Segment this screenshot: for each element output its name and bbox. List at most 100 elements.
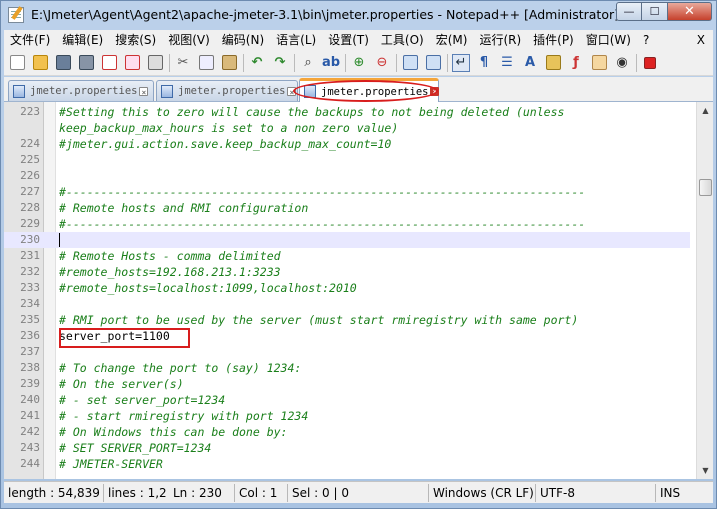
code-line[interactable]: 240 # - set server_port=1234 — [4, 392, 690, 408]
menu-help[interactable]: ? — [637, 30, 655, 50]
close-document-x[interactable]: X — [689, 33, 713, 47]
scrollbar-thumb[interactable] — [699, 179, 712, 196]
zoom-in-icon[interactable]: ⊕ — [350, 54, 368, 72]
code-line[interactable]: 238 # To change the port to (say) 1234: — [4, 360, 690, 376]
annotation-box — [59, 328, 190, 348]
toolbar-separator — [396, 53, 397, 72]
word-wrap-icon[interactable]: ↵ — [452, 53, 470, 72]
code-lines: 223 #Setting this to zero will cause the … — [4, 104, 690, 472]
menu-plugins[interactable]: 插件(P) — [527, 30, 580, 50]
status-eol: Windows (CR LF) — [429, 483, 536, 502]
line-number: 234 — [20, 297, 40, 310]
code-line[interactable]: 243 # SET SERVER_PORT=1234 — [4, 440, 690, 456]
code-line[interactable]: 223 #Setting this to zero will cause the … — [4, 104, 690, 120]
tab-close-icon[interactable]: × — [139, 86, 149, 97]
code-line[interactable]: 234 — [4, 296, 690, 312]
menu-encoding[interactable]: 编码(N) — [216, 30, 270, 50]
line-number: 236 — [20, 329, 40, 342]
code-line[interactable]: 230 — [4, 232, 690, 248]
line-number: 224 — [20, 137, 40, 150]
line-text: #Setting this to zero will cause the bac… — [59, 105, 565, 119]
code-line[interactable]: 228 # Remote hosts and RMI configuration — [4, 200, 690, 216]
toolbar-separator — [636, 53, 637, 72]
line-text: # - start rmiregistry with port 1234 — [59, 409, 309, 423]
code-line[interactable]: 226 — [4, 168, 690, 184]
code-line[interactable]: 233 #remote_hosts=localhost:1099,localhos… — [4, 280, 690, 296]
code-line[interactable]: 227 #------------------------------------… — [4, 184, 690, 200]
replace-icon[interactable]: ab — [322, 54, 340, 72]
sync-horizontal-icon[interactable] — [424, 54, 442, 72]
menu-view[interactable]: 视图(V) — [162, 30, 216, 50]
line-number: 243 — [20, 441, 40, 454]
save-all-icon[interactable] — [77, 54, 95, 72]
code-line[interactable]: 232 #remote_hosts=192.168.213.1:3233 — [4, 264, 690, 280]
maximize-button[interactable]: ☐ — [642, 2, 668, 21]
find-icon[interactable]: ⌕ — [299, 54, 317, 72]
code-line[interactable]: 239 # On the server(s) — [4, 376, 690, 392]
close-all-icon[interactable] — [123, 54, 141, 72]
save-icon[interactable] — [54, 54, 72, 72]
notepadpp-window: E:\Jmeter\Agent\Agent2\apache-jmeter-3.1… — [0, 0, 717, 509]
copy-icon[interactable] — [197, 54, 215, 72]
scroll-up-icon[interactable]: ▲ — [698, 102, 713, 119]
menu-bar: 文件(F) 编辑(E) 搜索(S) 视图(V) 编码(N) 语言(L) 设置(T… — [4, 30, 713, 50]
cut-icon[interactable]: ✂ — [174, 54, 192, 72]
menu-edit[interactable]: 编辑(E) — [56, 30, 109, 50]
monitoring-icon[interactable]: ◉ — [613, 54, 631, 72]
annotation-ellipse — [293, 80, 438, 102]
scroll-down-icon[interactable]: ▼ — [698, 462, 713, 479]
line-number: 239 — [20, 377, 40, 390]
menu-macro[interactable]: 宏(M) — [430, 30, 474, 50]
code-line[interactable]: 241 # - start rmiregistry with port 1234 — [4, 408, 690, 424]
line-number: 242 — [20, 425, 40, 438]
close-window-button[interactable]: ✕ — [668, 2, 712, 21]
sync-vertical-icon[interactable] — [401, 54, 419, 72]
menu-file[interactable]: 文件(F) — [4, 30, 56, 50]
show-all-chars-icon[interactable]: ¶ — [475, 54, 493, 72]
folder-icon[interactable] — [590, 54, 608, 72]
language-icon[interactable]: A — [521, 54, 539, 72]
toolbar-separator — [447, 53, 448, 72]
code-line[interactable]: 224 #jmeter.gui.action.save.keep_backup_m… — [4, 136, 690, 152]
line-number: 223 — [20, 105, 40, 118]
tab-jmeter-properties-2[interactable]: jmeter.properties × — [156, 80, 298, 101]
new-file-icon[interactable] — [8, 54, 26, 72]
menu-language[interactable]: 语言(L) — [270, 30, 322, 50]
editor-area[interactable]: 223 #Setting this to zero will cause the … — [4, 102, 713, 479]
document-map-icon[interactable]: ƒ — [567, 54, 585, 72]
title-bar[interactable]: E:\Jmeter\Agent\Agent2\apache-jmeter-3.1… — [1, 1, 716, 29]
status-ln: Ln : 230 — [169, 483, 235, 502]
code-line[interactable]: 225 — [4, 152, 690, 168]
indent-guide-icon[interactable]: ☰ — [498, 54, 516, 72]
paste-icon[interactable] — [220, 54, 238, 72]
line-text: #remote_hosts=192.168.213.1:3233 — [59, 265, 281, 279]
code-line[interactable]: 235 # RMI port to be used by the server (… — [4, 312, 690, 328]
zoom-out-icon[interactable]: ⊖ — [373, 54, 391, 72]
line-text: # Remote hosts and RMI configuration — [59, 201, 309, 215]
code-line[interactable]: 229 #------------------------------------… — [4, 216, 690, 232]
menu-window[interactable]: 窗口(W) — [580, 30, 637, 50]
tab-jmeter-properties-1[interactable]: jmeter.properties × — [8, 80, 154, 101]
code-line[interactable]: 231 # Remote Hosts - comma delimited — [4, 248, 690, 264]
menu-run[interactable]: 运行(R) — [473, 30, 527, 50]
function-list-icon[interactable] — [544, 54, 562, 72]
redo-icon[interactable]: ↷ — [271, 54, 289, 72]
print-icon[interactable] — [146, 54, 164, 72]
code-line[interactable]: 242 # On Windows this can be done by: — [4, 424, 690, 440]
tab-label: jmeter.properties — [30, 85, 138, 97]
undo-icon[interactable]: ↶ — [248, 54, 266, 72]
close-file-icon[interactable] — [100, 54, 118, 72]
code-line[interactable]: keep_backup_max_hours is set to a non ze… — [4, 120, 690, 136]
menu-tools[interactable]: 工具(O) — [375, 30, 430, 50]
minimize-button[interactable]: — — [616, 2, 642, 21]
line-number: 225 — [20, 153, 40, 166]
menu-search[interactable]: 搜索(S) — [109, 30, 162, 50]
record-macro-icon[interactable] — [641, 54, 659, 72]
vertical-scrollbar[interactable]: ▲ ▼ — [696, 102, 713, 479]
line-number: 227 — [20, 185, 40, 198]
status-length: length : 54,839 — [4, 483, 104, 502]
code-line[interactable]: 244 # JMETER-SERVER — [4, 456, 690, 472]
line-number: 241 — [20, 409, 40, 422]
open-file-icon[interactable] — [31, 54, 49, 72]
menu-settings[interactable]: 设置(T) — [322, 30, 375, 50]
